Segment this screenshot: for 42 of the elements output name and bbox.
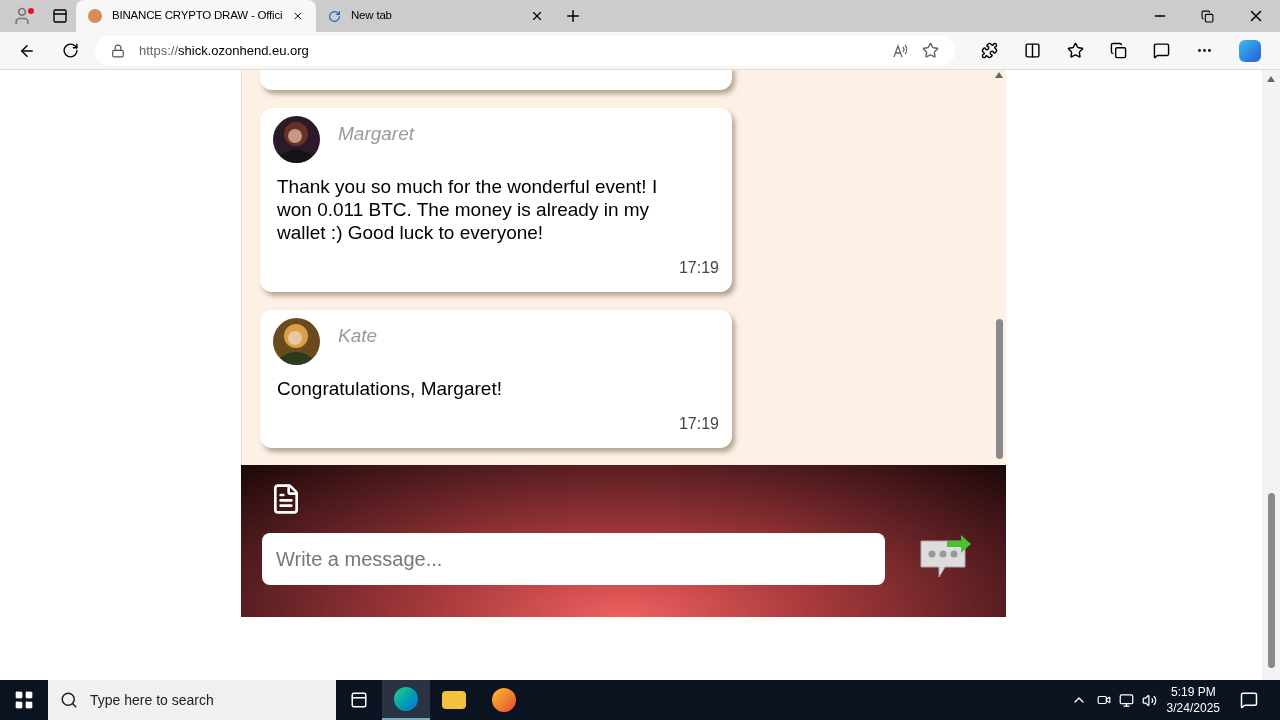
- scrollbar-thumb[interactable]: [995, 319, 1003, 459]
- message-text: Thank you so much for the wonderful event! I won 0.011 BTC. The money is already in my wallet :) Good luck to everyone!: [276, 175, 659, 244]
- author-name: Kate: [338, 324, 378, 349]
- message-text: Congratulations, Margaret!: [276, 377, 503, 400]
- camera-icon[interactable]: [1096, 693, 1111, 707]
- volume-icon[interactable]: [1141, 692, 1157, 708]
- profile-icon[interactable]: [12, 6, 32, 26]
- restore-icon[interactable]: [1201, 9, 1214, 23]
- author-name: Margaret: [338, 122, 415, 147]
- site-icon: [88, 9, 102, 23]
- taskbar-search[interactable]: Type here to search: [48, 680, 336, 720]
- scrollbar-thumb[interactable]: [1267, 493, 1275, 668]
- page-scrollbar[interactable]: [1262, 70, 1280, 680]
- browser-tab[interactable]: New tab: [316, 0, 556, 32]
- read-aloud-icon[interactable]: [892, 42, 908, 59]
- scroll-up-icon[interactable]: [1267, 76, 1275, 82]
- reload-icon[interactable]: [62, 42, 79, 59]
- message-time: 17:19: [678, 414, 719, 434]
- notifications-icon[interactable]: [1240, 691, 1258, 709]
- tab-title: BINANCE CRYPTO DRAW - Offici: [112, 8, 283, 24]
- message-time: 17:19: [678, 258, 719, 278]
- lock-icon: [111, 43, 125, 58]
- address-bar[interactable]: https://shick.ozonhend.eu.org: [95, 35, 955, 66]
- tab-actions-icon[interactable]: [52, 8, 68, 24]
- clock[interactable]: 5:19 PM 3/24/2025: [1166, 684, 1220, 716]
- new-tab-icon[interactable]: [564, 7, 582, 25]
- loading-icon: [328, 9, 341, 23]
- favorite-icon[interactable]: [922, 42, 939, 59]
- url-text: https://shick.ozonhend.eu.org: [139, 41, 310, 60]
- favorites-icon[interactable]: [1067, 42, 1084, 59]
- search-icon: [60, 691, 78, 709]
- task-view-icon[interactable]: [350, 691, 368, 709]
- close-tab-icon[interactable]: [530, 9, 544, 23]
- close-tab-icon[interactable]: [292, 9, 304, 23]
- collections-icon[interactable]: [1110, 42, 1127, 59]
- scroll-up-icon[interactable]: [995, 72, 1003, 78]
- split-screen-icon[interactable]: [1024, 42, 1041, 59]
- browser-tab[interactable]: BINANCE CRYPTO DRAW - Offici: [76, 0, 316, 32]
- network-icon[interactable]: [1118, 692, 1134, 708]
- message-input[interactable]: Write a message...: [262, 533, 885, 585]
- tab-title: New tab: [351, 8, 393, 24]
- extensions-icon[interactable]: [981, 42, 998, 59]
